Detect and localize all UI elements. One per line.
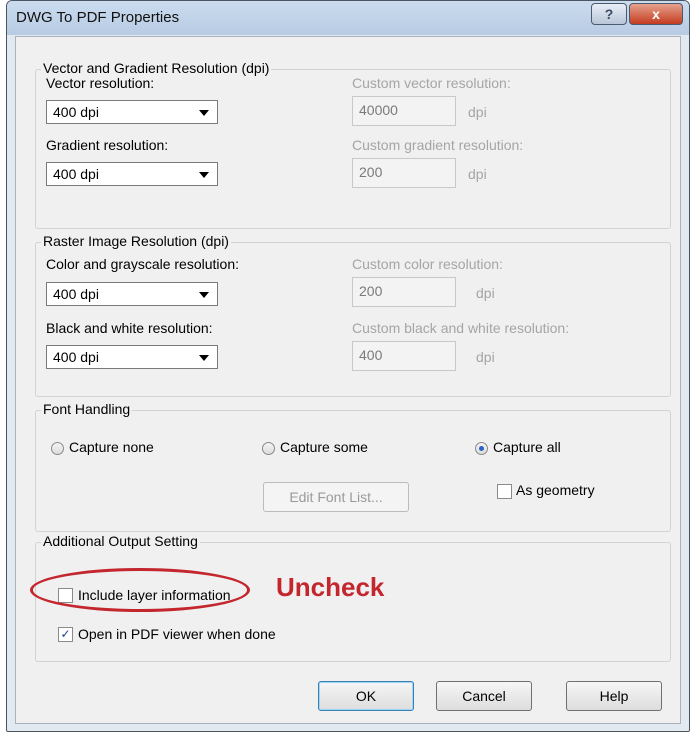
raster-resolution-group: Raster Image Resolution (dpi) Color and … xyxy=(35,233,671,397)
raster-group-title: Raster Image Resolution (dpi) xyxy=(41,233,231,249)
font-handling-group: Font Handling Capture none Capture some … xyxy=(35,401,671,532)
ok-button[interactable]: OK xyxy=(318,681,414,711)
gradient-resolution-select[interactable]: 400 dpi xyxy=(46,162,218,186)
custom-bw-value: 400 xyxy=(359,347,383,363)
custom-color-unit: dpi xyxy=(476,285,495,301)
cancel-button[interactable]: Cancel xyxy=(436,681,532,711)
color-resolution-select[interactable]: 400 dpi xyxy=(46,282,218,306)
bw-resolution-value: 400 dpi xyxy=(53,349,99,365)
custom-vector-unit: dpi xyxy=(468,104,487,120)
chevron-down-icon xyxy=(199,172,209,178)
help-button[interactable]: Help xyxy=(566,681,662,711)
vector-resolution-value: 400 dpi xyxy=(53,104,99,120)
custom-bw-input[interactable]: 400 xyxy=(352,341,456,371)
custom-bw-unit: dpi xyxy=(476,349,495,365)
title-bar[interactable]: DWG To PDF Properties ? x xyxy=(7,1,689,35)
dialog-window: DWG To PDF Properties ? x Vector and Gra… xyxy=(6,0,690,732)
dialog-body: Vector and Gradient Resolution (dpi) Vec… xyxy=(15,36,681,724)
annotation-text: Uncheck xyxy=(276,572,385,602)
capture-some-label: Capture some xyxy=(280,439,368,455)
as-geometry-label: As geometry xyxy=(516,482,595,498)
capture-none-radio[interactable] xyxy=(51,442,64,455)
close-button[interactable]: x xyxy=(629,3,683,25)
open-pdf-checkbox[interactable]: ✓ xyxy=(58,627,73,642)
vector-resolution-select[interactable]: 400 dpi xyxy=(46,100,218,124)
output-group-title: Additional Output Setting xyxy=(41,533,200,549)
vector-resolution-group: Vector and Gradient Resolution (dpi) Vec… xyxy=(35,60,671,229)
custom-vector-label: Custom vector resolution: xyxy=(352,75,511,91)
bw-resolution-label: Black and white resolution: xyxy=(46,320,213,336)
open-pdf-label: Open in PDF viewer when done xyxy=(78,626,276,642)
capture-some-radio[interactable] xyxy=(262,442,275,455)
vector-resolution-label: Vector resolution: xyxy=(46,75,155,91)
custom-gradient-input[interactable]: 200 xyxy=(352,158,456,188)
chevron-down-icon xyxy=(199,355,209,361)
custom-gradient-label: Custom gradient resolution: xyxy=(352,137,524,153)
custom-color-input[interactable]: 200 xyxy=(352,277,456,307)
color-resolution-label: Color and grayscale resolution: xyxy=(46,256,239,272)
capture-all-label: Capture all xyxy=(493,439,561,455)
custom-color-value: 200 xyxy=(359,283,383,299)
custom-gradient-unit: dpi xyxy=(468,166,487,182)
font-group-title: Font Handling xyxy=(41,401,133,417)
color-resolution-value: 400 dpi xyxy=(53,286,99,302)
gradient-resolution-label: Gradient resolution: xyxy=(46,137,169,153)
custom-vector-value: 40000 xyxy=(359,102,398,118)
window-title: DWG To PDF Properties xyxy=(16,9,180,26)
bw-resolution-select[interactable]: 400 dpi xyxy=(46,345,218,369)
custom-gradient-value: 200 xyxy=(359,164,383,180)
custom-bw-label: Custom black and white resolution: xyxy=(352,320,570,336)
capture-none-label: Capture none xyxy=(69,439,154,455)
annotation-ring xyxy=(30,568,250,612)
gradient-resolution-value: 400 dpi xyxy=(53,166,99,182)
as-geometry-checkbox[interactable] xyxy=(497,484,512,499)
capture-all-radio[interactable] xyxy=(475,442,488,455)
chevron-down-icon xyxy=(199,110,209,116)
vector-group-title: Vector and Gradient Resolution (dpi) xyxy=(41,60,272,76)
chevron-down-icon xyxy=(199,292,209,298)
help-title-button[interactable]: ? xyxy=(591,3,627,25)
custom-vector-input[interactable]: 40000 xyxy=(352,96,456,126)
custom-color-label: Custom color resolution: xyxy=(352,256,503,272)
edit-font-list-button[interactable]: Edit Font List... xyxy=(263,482,409,512)
